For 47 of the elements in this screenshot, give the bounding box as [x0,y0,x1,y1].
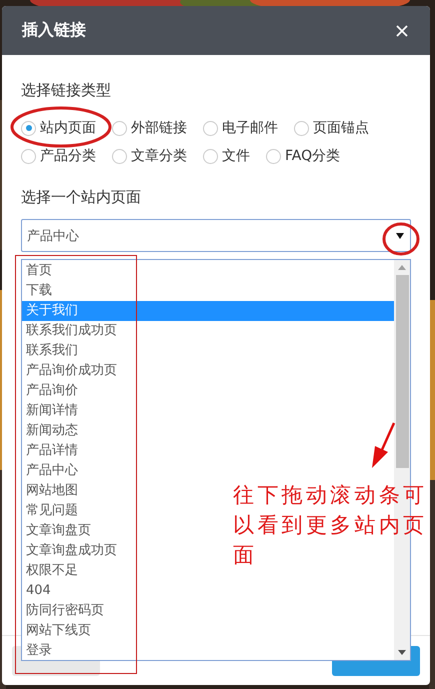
dropdown-option[interactable]: 防同行密码页 [22,601,104,621]
dropdown-option[interactable]: 网站下线页 [22,621,91,641]
scroll-down-icon[interactable] [398,650,406,655]
radio-label[interactable]: 文章分类 [131,147,187,165]
radio-label[interactable]: 文件 [222,147,250,165]
radio-label[interactable]: 页面锚点 [313,119,369,137]
dropdown-option[interactable]: 文章询盘成功页 [22,541,117,561]
annotation-arrow [372,422,396,468]
radio-label[interactable]: 电子邮件 [222,119,278,137]
radio-button[interactable] [203,148,218,164]
dropdown-option[interactable]: 常见问题 [22,501,78,521]
radio-label[interactable]: FAQ分类 [285,147,340,165]
dropdown-option[interactable]: 新闻动态 [22,421,78,441]
radio-button[interactable] [294,120,309,136]
dropdown-option[interactable]: 权限不足 [22,561,78,581]
section-label: 选择一个站内页面 [21,187,142,208]
page-select[interactable]: 产品中心 [21,219,411,252]
dropdown-option[interactable]: 404 [22,581,51,601]
dropdown-option[interactable]: 新闻详情 [22,401,78,421]
radio-label[interactable]: 产品分类 [40,147,96,165]
radio-button[interactable] [266,148,281,164]
radio-button[interactable] [21,148,36,164]
dropdown-option[interactable]: 下载 [22,281,52,301]
radio-label[interactable]: 站内页面 [40,119,96,137]
radio-button[interactable] [203,120,218,136]
dropdown-option[interactable]: 网站地图 [22,481,78,501]
dropdown-option[interactable]: 首页 [22,261,52,281]
close-button[interactable] [394,22,410,38]
dropdown-option[interactable]: 文章询盘页 [22,521,91,541]
dropdown-option[interactable]: 联系我们成功页 [22,321,117,341]
dropdown-option[interactable]: 产品询价 [22,381,78,401]
scrollbar-thumb[interactable] [396,275,408,468]
annotation-circle [382,222,420,256]
close-icon [396,24,408,36]
scroll-up-icon[interactable] [398,265,406,270]
dropdown-option[interactable]: 产品中心 [22,461,78,481]
dropdown-option[interactable]: 登录 [22,641,52,661]
dropdown-option[interactable]: 联系我们 [22,341,78,361]
radio-button[interactable] [21,120,36,136]
radio-button[interactable] [112,120,127,136]
radio-label[interactable]: 外部链接 [131,119,187,137]
radio-button[interactable] [112,148,127,164]
dropdown-option[interactable]: 产品详情 [22,441,78,461]
section-label: 选择链接类型 [21,80,112,101]
caret-icon [396,232,404,238]
dialog-title: 插入链接 [22,20,86,41]
dropdown-option[interactable]: 产品询价成功页 [22,361,117,381]
